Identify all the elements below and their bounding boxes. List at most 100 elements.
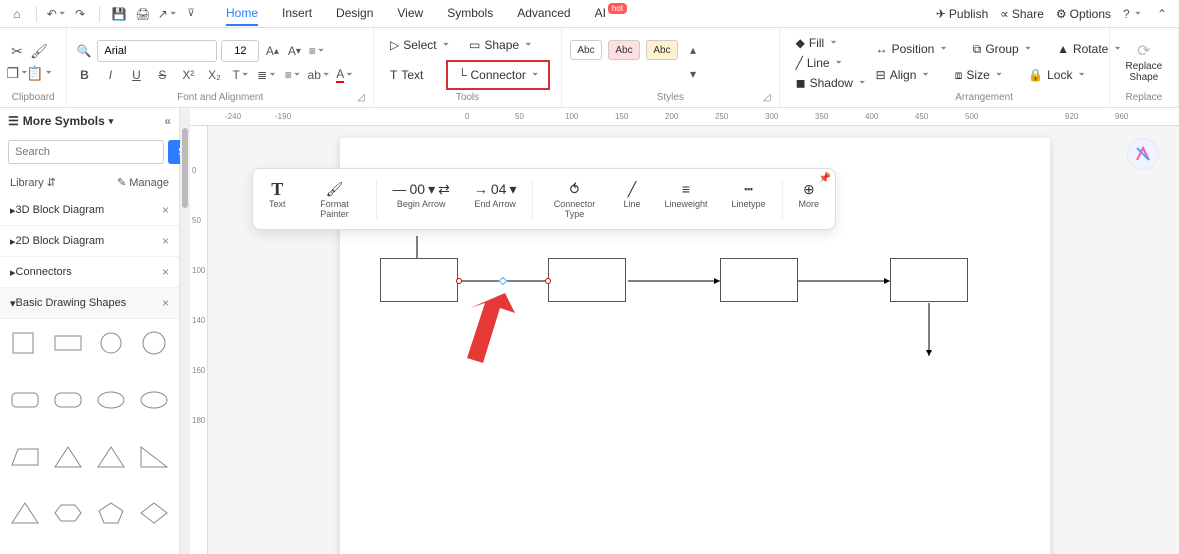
linetype-button[interactable]: ┅Linetype — [722, 175, 776, 223]
pin-icon[interactable]: 📌 — [819, 173, 831, 184]
style-swatch[interactable]: Abc — [646, 40, 678, 60]
format-painter-button[interactable]: 🖌Format Painter — [300, 175, 370, 223]
connector-endpoint-handle[interactable] — [545, 278, 551, 284]
replace-shape-button[interactable]: ⟳ Replace Shape — [1125, 41, 1162, 83]
shape-triangle3[interactable] — [8, 497, 43, 529]
qat-more-icon[interactable]: ⊽ — [182, 5, 200, 23]
text-button[interactable]: TText — [382, 64, 442, 86]
lock-button[interactable]: 🔒Lock — [1020, 64, 1093, 86]
line-button[interactable]: ╱Line — [788, 54, 852, 72]
shape-rounded-rect2[interactable] — [51, 384, 86, 416]
cut-icon[interactable]: ✂ — [8, 42, 26, 60]
shape-ellipse2[interactable] — [136, 384, 171, 416]
italic-icon[interactable]: I — [101, 66, 119, 84]
underline-icon[interactable]: U — [127, 66, 145, 84]
style-swatch[interactable]: Abc — [570, 40, 602, 60]
position-button[interactable]: ↔Position — [868, 38, 955, 60]
tab-home[interactable]: Home — [226, 2, 258, 26]
font-size-input[interactable] — [221, 40, 259, 62]
shape-circle[interactable] — [94, 327, 129, 359]
superscript-icon[interactable]: X² — [179, 66, 197, 84]
options-button[interactable]: ⚙ Options — [1056, 7, 1111, 21]
style-scroll-down-icon[interactable]: ▾ — [684, 65, 702, 83]
highlight-icon[interactable]: T — [231, 66, 249, 84]
spacing-icon[interactable]: ab — [309, 66, 327, 84]
manage-button[interactable]: ✎ Manage — [117, 176, 169, 189]
shape-diamond[interactable] — [136, 497, 171, 529]
style-swatch[interactable]: Abc — [608, 40, 640, 60]
shape-right-triangle[interactable] — [136, 441, 171, 473]
category-2d-block[interactable]: ▸ 2D Block Diagram× — [0, 226, 179, 257]
connector-type-button[interactable]: ⥀Connector Type — [539, 175, 609, 223]
font-family-input[interactable] — [97, 40, 217, 62]
undo-icon[interactable]: ↶ — [47, 5, 65, 23]
ai-assistant-button[interactable] — [1127, 138, 1159, 170]
font-shrink-icon[interactable]: A▾ — [285, 42, 303, 60]
bold-icon[interactable]: B — [75, 66, 93, 84]
save-icon[interactable]: 💾 — [110, 5, 128, 23]
collapse-ribbon-icon[interactable]: ⌃ — [1153, 5, 1171, 23]
subscript-icon[interactable]: X₂ — [205, 66, 223, 84]
select-button[interactable]: ▷Select — [382, 34, 457, 56]
export-icon[interactable]: ↗ — [158, 5, 176, 23]
strikethrough-icon[interactable]: S — [153, 66, 171, 84]
print-icon[interactable]: 🖨 — [134, 5, 152, 23]
shape-button[interactable]: ▭Shape — [461, 34, 539, 56]
format-brush-icon[interactable]: 🖌 — [30, 42, 48, 60]
tab-ai[interactable]: AIhot — [595, 2, 627, 26]
diagram-box[interactable] — [548, 258, 626, 302]
connector-endpoint-handle[interactable] — [456, 278, 462, 284]
home-icon[interactable]: ⌂ — [8, 5, 26, 23]
diagram-box[interactable] — [720, 258, 798, 302]
shadow-button[interactable]: ◼Shadow — [788, 74, 852, 92]
size-button[interactable]: ⧈Size — [947, 64, 1010, 86]
end-arrow-button[interactable]: → 04 ▾ End Arrow — [464, 175, 527, 223]
collapse-sidebar-icon[interactable]: « — [164, 114, 171, 128]
styles-group-expand-icon[interactable]: ◿ — [763, 92, 771, 103]
lineweight-button[interactable]: ≡Lineweight — [654, 175, 717, 223]
diagram-box[interactable] — [380, 258, 458, 302]
tab-advanced[interactable]: Advanced — [517, 2, 570, 26]
shape-square[interactable] — [8, 327, 43, 359]
close-icon[interactable]: × — [162, 265, 169, 279]
text-tool-button[interactable]: TText — [259, 175, 296, 223]
shape-hexagon[interactable] — [51, 497, 86, 529]
sidebar-scrollbar[interactable] — [180, 108, 190, 554]
category-3d-block[interactable]: ▸ 3D Block Diagram× — [0, 195, 179, 226]
tab-design[interactable]: Design — [336, 2, 373, 26]
tab-view[interactable]: View — [397, 2, 423, 26]
diagram-box[interactable] — [890, 258, 968, 302]
numbering-icon[interactable]: ≡ — [283, 66, 301, 84]
begin-arrow-button[interactable]: — 00 ▾ ⇄ Begin Arrow — [383, 175, 460, 223]
copy-icon[interactable]: ❐ — [8, 64, 26, 82]
font-grow-icon[interactable]: A▴ — [263, 42, 281, 60]
redo-icon[interactable]: ↷ — [71, 5, 89, 23]
fill-button[interactable]: ◆Fill — [788, 34, 852, 52]
style-scroll-up-icon[interactable]: ▴ — [684, 41, 702, 59]
connector-button[interactable]: └Connector — [450, 64, 546, 86]
group-button[interactable]: ⧉Group — [965, 38, 1039, 60]
font-color-icon[interactable]: A — [335, 66, 353, 84]
search-input[interactable] — [8, 140, 164, 164]
close-icon[interactable]: × — [162, 234, 169, 248]
tab-symbols[interactable]: Symbols — [447, 2, 493, 26]
shape-ellipse[interactable] — [94, 384, 129, 416]
category-connectors[interactable]: ▸ Connectors× — [0, 257, 179, 288]
library-label[interactable]: Library ⇵ — [10, 176, 56, 189]
shape-rounded-rect[interactable] — [8, 384, 43, 416]
shape-trapezoid[interactable] — [8, 441, 43, 473]
paste-icon[interactable]: 📋 — [30, 64, 48, 82]
shape-triangle[interactable] — [51, 441, 86, 473]
shape-rect[interactable] — [51, 327, 86, 359]
close-icon[interactable]: × — [162, 296, 169, 310]
line-style-button[interactable]: ╱Line — [613, 175, 650, 223]
align-button[interactable]: ⊟Align — [868, 64, 937, 86]
shape-ellipse-wide[interactable] — [136, 327, 171, 359]
paragraph-align-icon[interactable]: ≡ — [307, 42, 325, 60]
shape-pentagon[interactable] — [94, 497, 129, 529]
shape-triangle2[interactable] — [94, 441, 129, 473]
font-group-expand-icon[interactable]: ◿ — [357, 92, 365, 103]
publish-button[interactable]: ✈ Publish — [936, 7, 988, 21]
close-icon[interactable]: × — [162, 203, 169, 217]
category-basic-shapes[interactable]: ▾ Basic Drawing Shapes× — [0, 288, 179, 319]
